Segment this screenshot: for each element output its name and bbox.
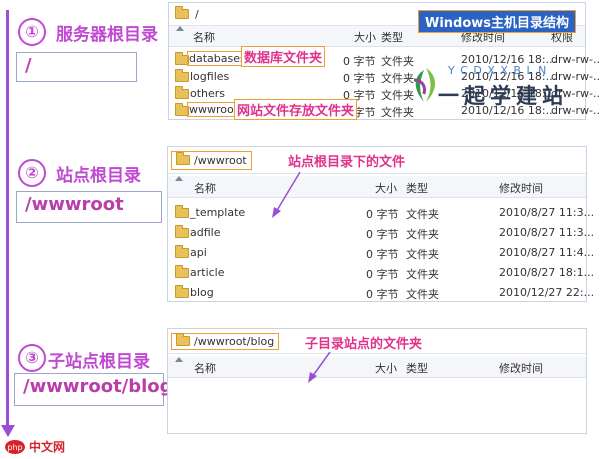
footer-logo: php 中文网 xyxy=(4,438,65,455)
svg-text:php: php xyxy=(7,443,22,452)
annotation-arrows xyxy=(272,171,331,383)
arrow-line xyxy=(275,171,301,213)
arrow-head-icon xyxy=(272,207,281,218)
arrow-line xyxy=(311,351,331,378)
php-logo-icon: php xyxy=(5,439,25,454)
footer-logo-text: 中文网 xyxy=(29,440,66,454)
arrow-head-icon xyxy=(308,372,317,383)
